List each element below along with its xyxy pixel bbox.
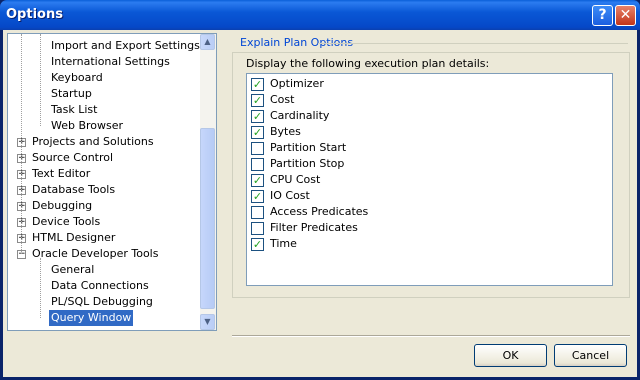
plan-option-label: Access Predicates: [270, 205, 369, 218]
checkbox-checked[interactable]: ✓: [251, 110, 264, 123]
tree-item-label: Oracle Developer Tools: [32, 247, 159, 260]
plan-option-label: Time: [270, 237, 297, 250]
execution-plan-details-list[interactable]: ✓ Optimizer ✓ Cost ✓ Cardinality ✓ Bytes Partiti…: [246, 73, 613, 286]
plan-option-label: Partition Start: [270, 141, 347, 154]
tree-item-label: Import and Export Settings: [51, 39, 200, 52]
tree-connector: [21, 34, 22, 254]
dialog-body: ▲ ▼ Import and Export Settings Internatio…: [3, 30, 637, 377]
tree-item-label: HTML Designer: [32, 231, 116, 244]
checkbox-checked[interactable]: ✓: [251, 126, 264, 139]
tree-item-label: Source Control: [32, 151, 114, 164]
checkbox-checked[interactable]: ✓: [251, 94, 264, 107]
checkbox-checked[interactable]: ✓: [251, 238, 264, 251]
plan-option-label: Cost: [270, 93, 295, 106]
tree-item-label: Database Tools: [32, 183, 116, 196]
close-button[interactable]: ✕: [615, 5, 636, 26]
scroll-up-button[interactable]: ▲: [200, 34, 215, 50]
checkbox-unchecked[interactable]: [251, 158, 264, 171]
tree-item-label: Keyboard: [51, 71, 103, 84]
checkbox-unchecked[interactable]: [251, 142, 264, 155]
title-bar[interactable]: Options ? ✕: [0, 0, 640, 30]
plan-option-label: Cardinality: [270, 109, 330, 122]
plan-option-label: CPU Cost: [270, 173, 321, 186]
tree-item-label: Task List: [51, 103, 98, 116]
ok-button[interactable]: OK: [474, 344, 547, 367]
tree-item-label: Web Browser: [51, 119, 124, 132]
tree-item-label: Projects and Solutions: [32, 135, 154, 148]
plan-option-label: IO Cost: [270, 189, 310, 202]
button-separator: [232, 335, 630, 337]
tree-item-label: Query Window: [49, 310, 134, 326]
checkbox-checked[interactable]: ✓: [251, 190, 264, 203]
cancel-button[interactable]: Cancel: [554, 344, 627, 367]
explain-plan-description: Display the following execution plan det…: [246, 57, 490, 70]
tree-item-label: Data Connections: [51, 279, 149, 292]
options-dialog: Options ? ✕ ▲ ▼ Import and Export Settin…: [0, 0, 640, 380]
checkbox-unchecked[interactable]: [251, 222, 264, 235]
tree-item-label: International Settings: [51, 55, 170, 68]
tree-item-label: Startup: [51, 87, 92, 100]
plan-option-label: Bytes: [270, 125, 301, 138]
tree-item-label: Text Editor: [32, 167, 91, 180]
tree-item-label: General: [51, 263, 95, 276]
scroll-thumb[interactable]: [200, 128, 215, 309]
plan-option-label: Filter Predicates: [270, 221, 358, 234]
help-button[interactable]: ?: [592, 5, 613, 26]
plan-option-label: Optimizer: [270, 77, 324, 90]
scroll-down-button[interactable]: ▼: [200, 314, 215, 330]
tree-scrollbar[interactable]: ▲ ▼: [200, 34, 216, 330]
options-tree[interactable]: ▲ ▼ Import and Export Settings Internatio…: [7, 33, 217, 331]
tree-connector: [40, 258, 41, 318]
group-divider: [318, 43, 628, 44]
checkbox-checked[interactable]: ✓: [251, 174, 264, 187]
plan-option-label: Partition Stop: [270, 157, 345, 170]
tree-item-label: Debugging: [32, 199, 93, 212]
checkbox-unchecked[interactable]: [251, 206, 264, 219]
window-title: Options: [6, 7, 63, 22]
checkbox-checked[interactable]: ✓: [251, 78, 264, 91]
tree-item-label: Device Tools: [32, 215, 101, 228]
tree-connector: [40, 34, 41, 126]
tree-item-label: PL/SQL Debugging: [51, 295, 153, 308]
